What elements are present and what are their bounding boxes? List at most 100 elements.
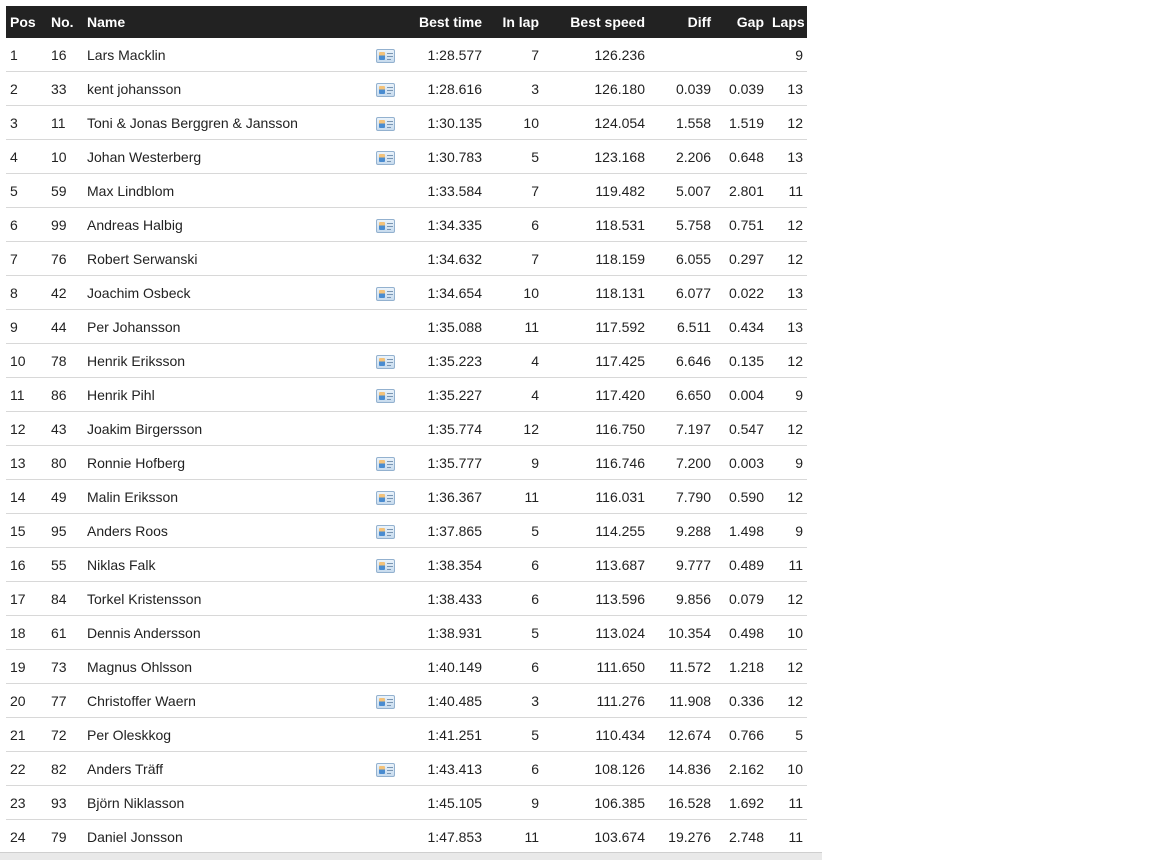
driver-card-icon[interactable] xyxy=(375,388,395,403)
cell-name: Malin Eriksson xyxy=(83,479,366,514)
table-row[interactable]: 19 73 Magnus Ohlsson 1:40.149 6 111.650 11.572… xyxy=(6,649,807,684)
cell-laps: 12 xyxy=(768,241,807,276)
cell-no: 80 xyxy=(47,445,83,480)
driver-card-icon[interactable] xyxy=(375,558,395,573)
cell-name: Magnus Ohlsson xyxy=(83,649,366,684)
table-row[interactable]: 21 72 Per Oleskkog 1:41.251 5 110.434 12.674 0.… xyxy=(6,717,807,752)
driver-card-icon[interactable] xyxy=(375,490,395,505)
cell-icon[interactable] xyxy=(366,513,404,548)
table-row[interactable]: 9 44 Per Johansson 1:35.088 11 117.592 6.511 0.… xyxy=(6,309,807,344)
cell-pos: 11 xyxy=(6,377,47,412)
cell-best-speed: 103.674 xyxy=(543,819,649,854)
cell-icon[interactable] xyxy=(366,105,404,140)
cell-icon[interactable] xyxy=(366,479,404,514)
cell-best-speed: 111.276 xyxy=(543,683,649,718)
table-row[interactable]: 8 42 Joachim Osbeck 1:34.654 10 118.131 6.077 0… xyxy=(6,275,807,310)
table-row[interactable]: 4 10 Johan Westerberg 1:30.783 5 123.168 2.206… xyxy=(6,139,807,174)
driver-card-icon[interactable] xyxy=(375,456,395,471)
cell-icon[interactable] xyxy=(366,343,404,378)
cell-in-lap: 7 xyxy=(486,38,543,72)
cell-icon[interactable] xyxy=(366,71,404,106)
cell-icon[interactable] xyxy=(366,207,404,242)
table-row[interactable]: 5 59 Max Lindblom 1:33.584 7 119.482 5.007 2.80… xyxy=(6,173,807,208)
cell-pos: 16 xyxy=(6,547,47,582)
cell-in-lap: 7 xyxy=(486,173,543,208)
cell-name: Joakim Birgersson xyxy=(83,411,366,446)
cell-diff: 16.528 xyxy=(649,785,715,820)
cell-gap: 1.498 xyxy=(715,513,768,548)
table-row[interactable]: 12 43 Joakim Birgersson 1:35.774 12 116.750 7.… xyxy=(6,411,807,446)
cell-pos: 17 xyxy=(6,581,47,616)
driver-card-icon[interactable] xyxy=(375,218,395,233)
cell-icon[interactable] xyxy=(366,275,404,310)
cell-icon[interactable] xyxy=(366,683,404,718)
table-row[interactable]: 2 33 kent johansson 1:28.616 3 126.180 0.039 0.… xyxy=(6,71,807,106)
table-row[interactable]: 6 99 Andreas Halbig 1:34.335 6 118.531 5.758 0.… xyxy=(6,207,807,242)
cell-in-lap: 6 xyxy=(486,581,543,616)
driver-card-icon[interactable] xyxy=(375,150,395,165)
col-header-pos[interactable]: Pos xyxy=(6,6,47,38)
driver-card-icon[interactable] xyxy=(375,286,395,301)
cell-diff: 11.572 xyxy=(649,649,715,684)
table-row[interactable]: 7 76 Robert Serwanski 1:34.632 7 118.159 6.055… xyxy=(6,241,807,276)
cell-icon xyxy=(366,173,404,208)
cell-in-lap: 3 xyxy=(486,71,543,106)
cell-best-speed: 119.482 xyxy=(543,173,649,208)
cell-best-speed: 116.031 xyxy=(543,479,649,514)
cell-diff: 10.354 xyxy=(649,615,715,650)
cell-best-time: 1:35.774 xyxy=(404,411,486,446)
table-row[interactable]: 17 84 Torkel Kristensson 1:38.433 6 113.596 9.… xyxy=(6,581,807,616)
driver-card-icon[interactable] xyxy=(375,354,395,369)
table-row[interactable]: 18 61 Dennis Andersson 1:38.931 5 113.024 10.3… xyxy=(6,615,807,650)
table-row[interactable]: 10 78 Henrik Eriksson 1:35.223 4 117.425 6.646… xyxy=(6,343,807,378)
driver-card-icon[interactable] xyxy=(375,82,395,97)
cell-name: Joachim Osbeck xyxy=(83,275,366,310)
table-row[interactable]: 22 82 Anders Träff 1:43.413 6 108.126 14.836 2.… xyxy=(6,751,807,786)
col-header-name[interactable]: Name xyxy=(83,6,366,38)
cell-in-lap: 5 xyxy=(486,717,543,752)
cell-icon[interactable] xyxy=(366,139,404,174)
cell-icon xyxy=(366,411,404,446)
table-row[interactable]: 16 55 Niklas Falk 1:38.354 6 113.687 9.777 0.48… xyxy=(6,547,807,582)
cell-pos: 23 xyxy=(6,785,47,820)
cell-no: 72 xyxy=(47,717,83,752)
table-row[interactable]: 11 86 Henrik Pihl 1:35.227 4 117.420 6.650 0.00… xyxy=(6,377,807,412)
table-row[interactable]: 24 79 Daniel Jonsson 1:47.853 11 103.674 19.27… xyxy=(6,819,807,854)
table-row[interactable]: 23 93 Björn Niklasson 1:45.105 9 106.385 16.52… xyxy=(6,785,807,820)
col-header-best-time[interactable]: Best time xyxy=(404,6,486,38)
cell-icon[interactable] xyxy=(366,377,404,412)
cell-no: 59 xyxy=(47,173,83,208)
table-row[interactable]: 1 16 Lars Macklin 1:28.577 7 126.236 9 xyxy=(6,38,807,72)
col-header-laps[interactable]: Laps xyxy=(768,6,807,38)
cell-name: Toni & Jonas Berggren & Jansson xyxy=(83,105,366,140)
cell-name: Per Oleskkog xyxy=(83,717,366,752)
col-header-no[interactable]: No. xyxy=(47,6,83,38)
cell-icon[interactable] xyxy=(366,547,404,582)
table-row[interactable]: 3 11 Toni & Jonas Berggren & Jansson 1:30.1… xyxy=(6,105,807,140)
driver-card-icon[interactable] xyxy=(375,116,395,131)
cell-icon[interactable] xyxy=(366,445,404,480)
col-header-in-lap[interactable]: In lap xyxy=(486,6,543,38)
cell-pos: 3 xyxy=(6,105,47,140)
driver-card-icon[interactable] xyxy=(375,48,395,63)
driver-card-icon[interactable] xyxy=(375,694,395,709)
col-header-best-speed[interactable]: Best speed xyxy=(543,6,649,38)
cell-best-speed: 108.126 xyxy=(543,751,649,786)
cell-laps: 9 xyxy=(768,38,807,72)
table-row[interactable]: 14 49 Malin Eriksson 1:36.367 11 116.031 7.790… xyxy=(6,479,807,514)
col-header-diff[interactable]: Diff xyxy=(649,6,715,38)
table-row[interactable]: 13 80 Ronnie Hofberg 1:35.777 9 116.746 7.200 0… xyxy=(6,445,807,480)
cell-pos: 1 xyxy=(6,38,47,72)
cell-pos: 10 xyxy=(6,343,47,378)
table-row[interactable]: 15 95 Anders Roos 1:37.865 5 114.255 9.288 1.49… xyxy=(6,513,807,548)
table-row[interactable]: 20 77 Christoffer Waern 1:40.485 3 111.276 11.… xyxy=(6,683,807,718)
cell-pos: 18 xyxy=(6,615,47,650)
cell-laps: 11 xyxy=(768,547,807,582)
driver-card-icon[interactable] xyxy=(375,762,395,777)
col-header-gap[interactable]: Gap xyxy=(715,6,768,38)
cell-in-lap: 5 xyxy=(486,615,543,650)
cell-gap: 0.547 xyxy=(715,411,768,446)
cell-icon[interactable] xyxy=(366,38,404,72)
cell-icon[interactable] xyxy=(366,751,404,786)
driver-card-icon[interactable] xyxy=(375,524,395,539)
